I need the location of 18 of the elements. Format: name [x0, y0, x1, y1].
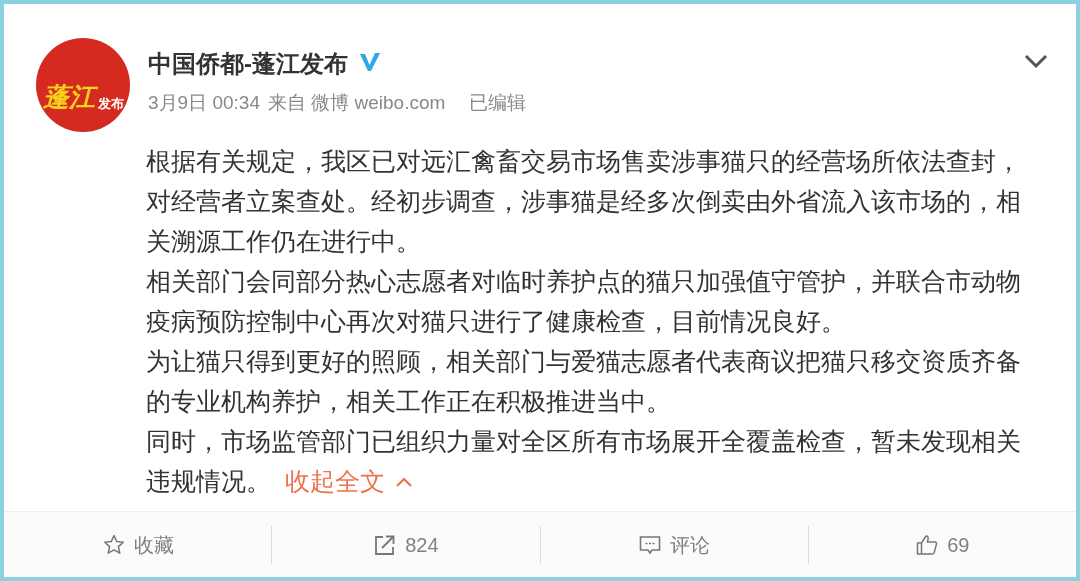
avatar[interactable]: 蓬江发布 — [36, 38, 130, 132]
thumbs-up-icon — [915, 532, 940, 557]
star-icon — [101, 532, 126, 557]
post-source: 来自 微博 weibo.com — [267, 90, 446, 115]
post-paragraph: 同时，市场监管部门已组织力量对全区所有市场展开全覆盖检查，暂未发现相关违规情况。 收起全文 — [146, 427, 1022, 497]
collapse-link[interactable]: 收起全文 — [285, 468, 385, 495]
chevron-down-icon[interactable] — [1024, 54, 1048, 69]
action-button[interactable]: 评论 — [630, 525, 719, 564]
post-paragraph: 为让猫只得到更好的照顾，相关部门与爱猫志愿者代表商议把猫只移交资质齐备的专业机构养护，相关工作正在积极推进当中。 — [146, 348, 1021, 415]
post-paragraph: 根据有关规定，我区已对远汇禽畜交易市场售卖涉事猫只的经营场所依法查封，对经营者立案查处。经初步调查，涉事猫是经多次倒卖由外省流入该市场的，相关溯源工作仍在进行中。 — [146, 148, 1021, 255]
edited-label: 已编辑 — [469, 90, 527, 115]
action-button[interactable]: 收藏 — [93, 525, 182, 564]
post-paragraph: 相关部门会同部分热心志愿者对临时养护点的猫只加强值守管护，并联合市动物疫病预防控制中心再次对猫只进行了健康检查，目前情况良好。 — [146, 268, 1021, 335]
post-date[interactable]: 3月9日 00:34 — [148, 88, 260, 118]
caret-up-icon[interactable] — [395, 476, 413, 488]
action-button[interactable]: 824 — [365, 525, 447, 564]
action-button[interactable]: 69 — [907, 525, 978, 564]
author-name[interactable]: 中国侨都-蓬江发布 — [148, 50, 348, 77]
